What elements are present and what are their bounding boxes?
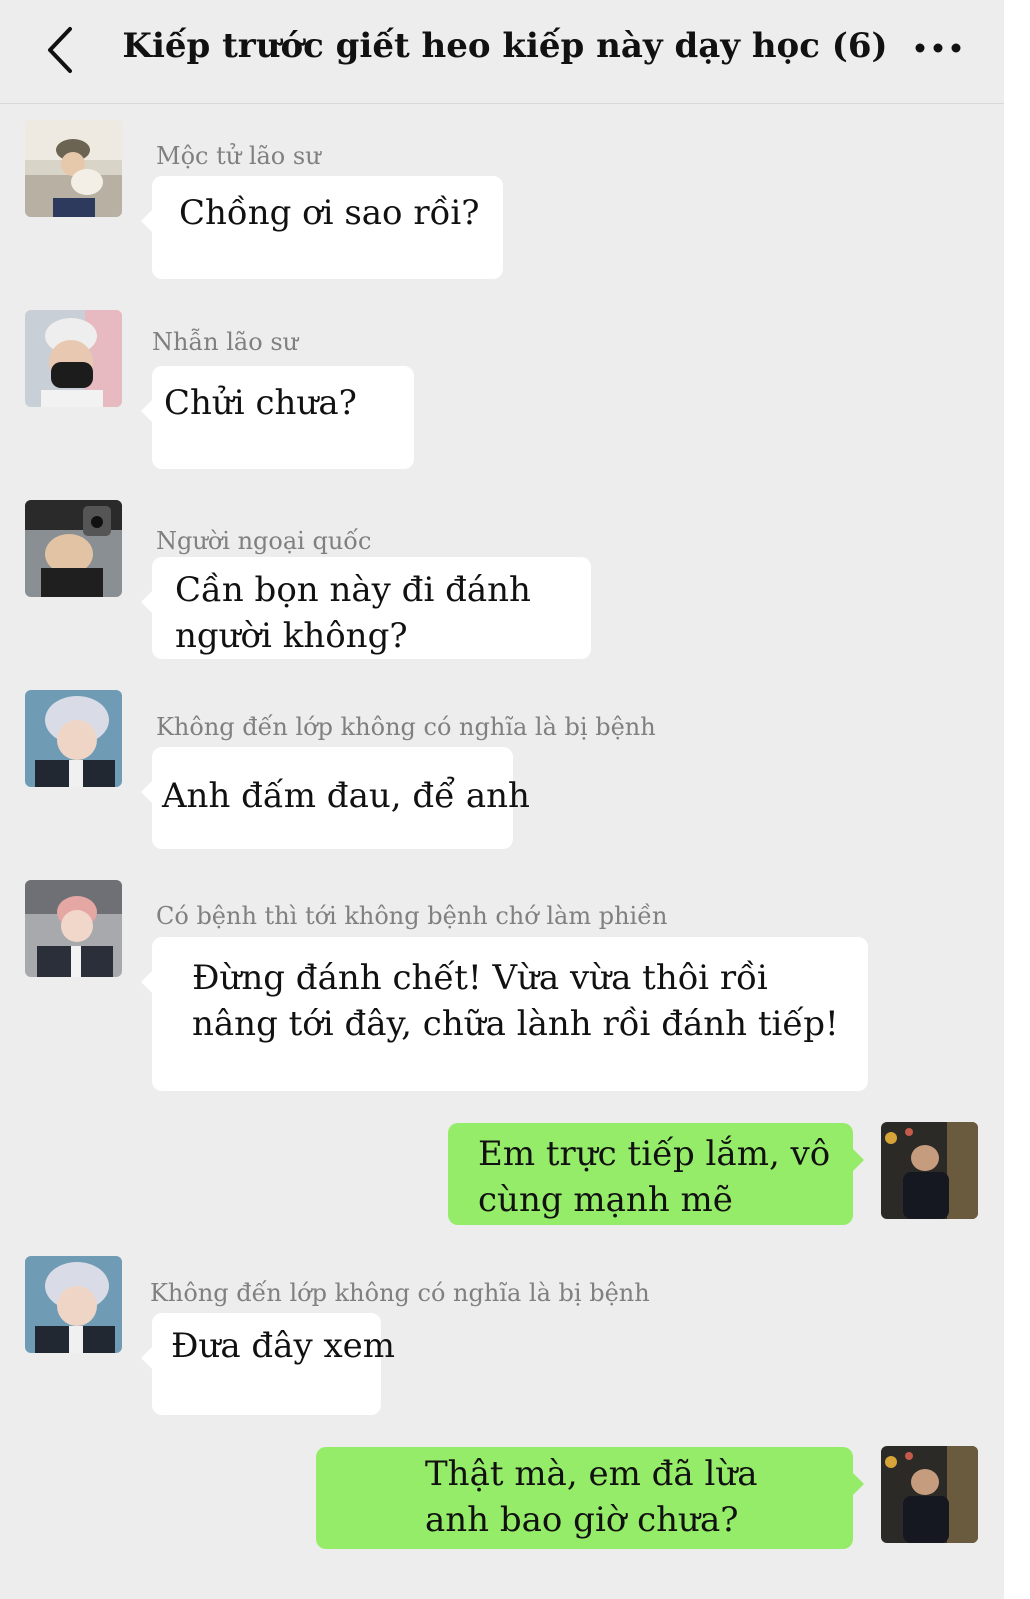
avatar[interactable] — [25, 500, 122, 597]
avatar[interactable] — [25, 1256, 122, 1353]
message-line: Anh đấm đau, để anh — [162, 776, 530, 816]
message-bubble-outgoing[interactable]: Em trực tiếp lắm, vô cùng mạnh mẽ — [448, 1123, 864, 1225]
chevron-left-icon[interactable] — [40, 24, 84, 76]
frame-edge — [1004, 0, 1030, 1599]
message-bubble[interactable]: Cần bọn này đi đánh người không? — [141, 557, 591, 659]
message-line: Em trực tiếp lắm, vô — [478, 1134, 831, 1174]
message-line: Đừng đánh chết! Vừa vừa thôi rồi — [192, 958, 768, 998]
sender-name: Nhẫn lão sư — [152, 328, 299, 356]
avatar-self[interactable] — [881, 1446, 978, 1543]
message-bubble[interactable]: Chồng ơi sao rồi? — [141, 176, 503, 279]
message-line: Đưa đây xem — [171, 1326, 396, 1366]
sender-name: Có bệnh thì tới không bệnh chớ làm phiền — [156, 902, 668, 930]
message-line: Thật mà, em đã lừa — [425, 1454, 758, 1494]
message-line: Cần bọn này đi đánh — [175, 570, 531, 610]
avatar[interactable] — [25, 120, 122, 217]
message-line: nâng tới đây, chữa lành rồi đánh tiếp! — [192, 1004, 839, 1044]
avatar-self[interactable] — [881, 1122, 978, 1219]
message-bubble[interactable]: Đừng đánh chết! Vừa vừa thôi rồi nâng tớ… — [141, 937, 868, 1091]
message-line: Chồng ơi sao rồi? — [179, 193, 480, 233]
message-bubble[interactable]: Chửi chưa? — [141, 366, 414, 469]
message-line: cùng mạnh mẽ — [478, 1180, 733, 1220]
message-bubble[interactable]: Anh đấm đau, để anh — [141, 747, 530, 849]
message-line: Chửi chưa? — [164, 383, 357, 423]
avatar[interactable] — [25, 690, 122, 787]
chat-header: Kiếp trước giết heo kiếp này dạy học (6) — [0, 0, 1004, 104]
sender-name: Người ngoại quốc — [156, 527, 372, 555]
avatar[interactable] — [25, 880, 122, 977]
message-line: anh bao giờ chưa? — [425, 1500, 739, 1540]
message-bubble-outgoing[interactable]: Thật mà, em đã lừa anh bao giờ chưa? — [316, 1447, 864, 1549]
sender-name: Không đến lớp không có nghĩa là bị bệnh — [156, 713, 656, 741]
chat-title: Kiếp trước giết heo kiếp này dạy học (6) — [122, 26, 888, 66]
sender-name: Không đến lớp không có nghĩa là bị bệnh — [150, 1279, 650, 1307]
message-line: người không? — [175, 616, 408, 656]
message-bubble[interactable]: Đưa đây xem — [141, 1313, 396, 1415]
avatar[interactable] — [25, 310, 122, 407]
sender-name: Mộc tử lão sư — [156, 142, 321, 170]
more-dots-icon[interactable] — [908, 30, 968, 66]
